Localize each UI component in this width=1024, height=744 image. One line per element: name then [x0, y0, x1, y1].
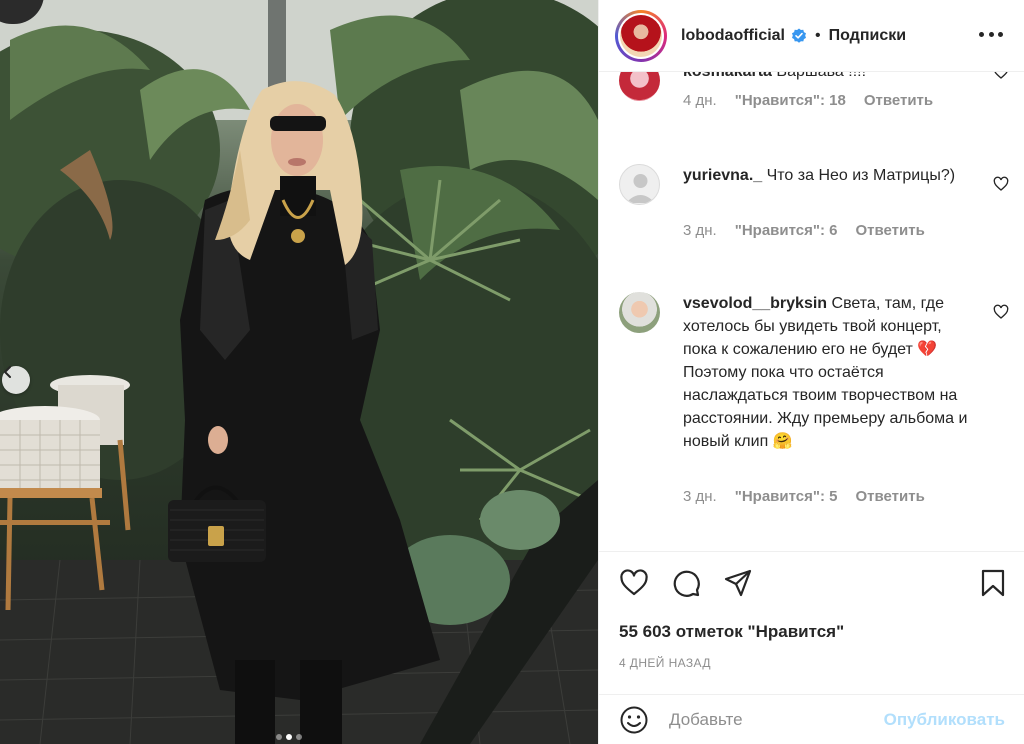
post-actions-bar: [599, 552, 1024, 612]
author-username[interactable]: lobodaofficial: [681, 27, 785, 45]
like-heart-icon[interactable]: [619, 568, 649, 598]
commenter-username[interactable]: yurievna._: [683, 167, 762, 184]
comment-likes[interactable]: "Нравится": 5: [735, 488, 838, 505]
comment-text: yurievna._ Что за Нео из Матрицы?): [683, 164, 973, 187]
comment-meta: 3 дн. "Нравится": 6 Ответить: [683, 222, 925, 239]
comment-like-heart-icon[interactable]: [993, 176, 1009, 192]
comment-message: Что за Нео из Матрицы?): [766, 167, 956, 184]
verified-badge-icon: [791, 28, 807, 44]
comment-message: Варшава !!!!: [776, 72, 866, 80]
more-dot-icon: [979, 31, 984, 37]
comment-reply-button[interactable]: Ответить: [855, 222, 924, 239]
default-avatar-icon: [626, 174, 655, 203]
emoji-smiley-icon[interactable]: [619, 705, 649, 735]
comment-like-heart-icon[interactable]: [993, 304, 1009, 320]
comment-reply-button[interactable]: Ответить: [855, 488, 924, 505]
comment-text: vsevolod__bryksin Света, там, где хотело…: [683, 292, 973, 453]
commenter-username[interactable]: vsevolod__bryksin: [683, 295, 827, 312]
publish-button[interactable]: Опубликовать: [884, 710, 1005, 730]
comment-like-heart-icon[interactable]: [993, 72, 1009, 80]
comment-item: yurievna._ Что за Нео из Матрицы?) 3 дн.…: [619, 164, 1009, 244]
chevron-left-icon: [4, 366, 11, 378]
carousel-dot: [276, 734, 282, 740]
share-paper-plane-icon[interactable]: [723, 568, 753, 598]
more-options-button[interactable]: [979, 22, 1003, 46]
comment-likes[interactable]: "Нравится": 18: [735, 92, 846, 109]
comment-time: 4 дн.: [683, 92, 717, 109]
comments-list[interactable]: kosmakarta Варшава !!!! 4 дн. "Нравится"…: [599, 72, 1024, 552]
add-comment-bar: Опубликовать: [599, 694, 1024, 744]
comment-meta: 4 дн. "Нравится": 18 Ответить: [683, 92, 933, 109]
post-photo[interactable]: [0, 0, 598, 744]
comment-meta: 3 дн. "Нравится": 5 Ответить: [683, 488, 925, 505]
header-separator: •: [815, 26, 821, 44]
comment-likes[interactable]: "Нравится": 6: [735, 222, 838, 239]
comment-time: 3 дн.: [683, 222, 717, 239]
post-timestamp[interactable]: 4 ДНЕЙ НАЗАД: [619, 656, 711, 670]
save-bookmark-icon[interactable]: [978, 568, 1008, 598]
photo-scene: [0, 0, 598, 744]
commenter-avatar[interactable]: [619, 72, 660, 101]
post-header: lobodaofficial • Подписки: [599, 0, 1024, 72]
author-avatar[interactable]: [615, 9, 667, 62]
comment-item: kosmakarta Варшава !!!! 4 дн. "Нравится"…: [619, 72, 1009, 116]
comment-input[interactable]: [669, 709, 869, 730]
post-details-panel: lobodaofficial • Подписки kosmakarta Вар…: [598, 0, 1024, 744]
likes-count[interactable]: 55 603 отметок "Нравится": [619, 622, 844, 642]
carousel-dot-active: [286, 734, 292, 740]
comment-message: Света, там, где хотелось бы увидеть твой…: [683, 295, 968, 450]
carousel-prev-button[interactable]: [2, 366, 30, 394]
comment-item: vsevolod__bryksin Света, там, где хотело…: [619, 292, 1009, 512]
following-button[interactable]: Подписки: [829, 27, 906, 45]
carousel-dot: [296, 734, 302, 740]
commenter-avatar[interactable]: [619, 292, 660, 333]
comment-bubble-icon[interactable]: [671, 568, 701, 598]
comment-reply-button[interactable]: Ответить: [864, 92, 933, 109]
comment-time: 3 дн.: [683, 488, 717, 505]
comment-text: kosmakarta Варшава !!!!: [683, 72, 973, 83]
commenter-avatar-placeholder[interactable]: [619, 164, 660, 205]
carousel-indicator: [276, 734, 302, 740]
commenter-username[interactable]: kosmakarta: [683, 72, 772, 80]
